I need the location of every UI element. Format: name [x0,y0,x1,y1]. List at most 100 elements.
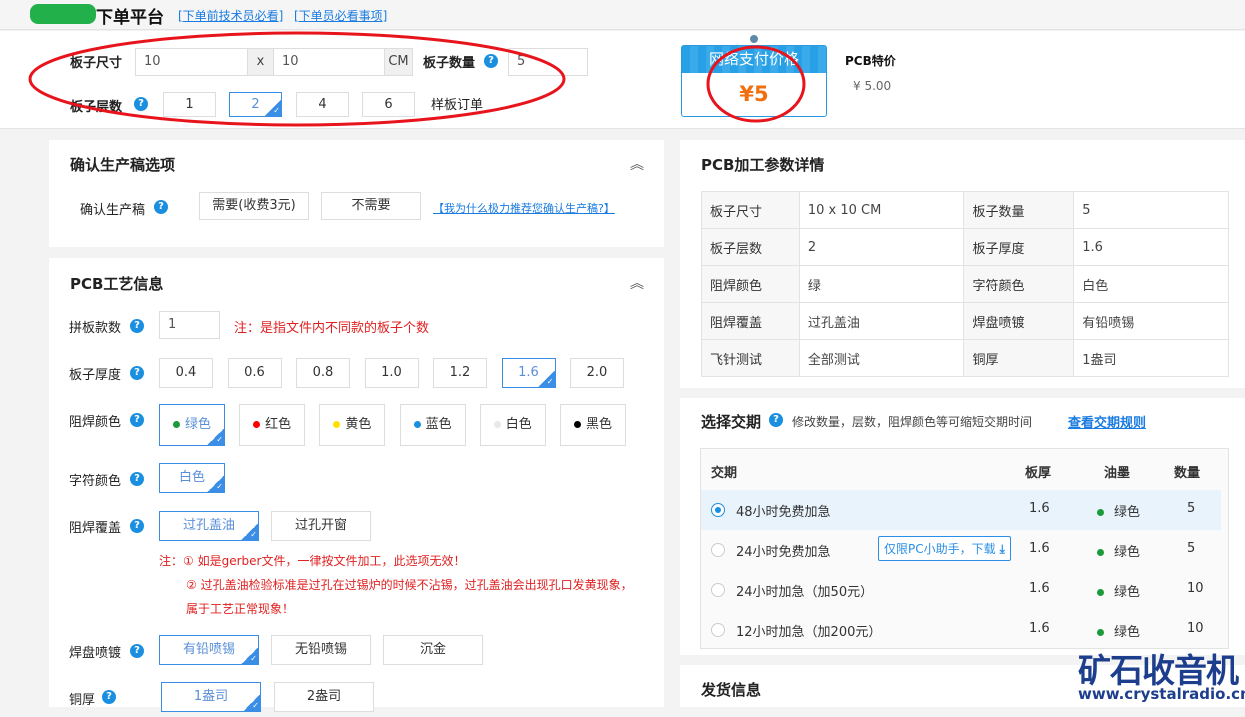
delivery-row[interactable]: 24小时免费加急 仅限PC小助手，下载 ⤓ 1.6 绿色 5 [701,530,1221,570]
confirm-need-button[interactable]: 需要(收费3元) [199,192,309,220]
cover-option-open[interactable]: 过孔开窗 [271,511,371,541]
radio-button[interactable] [711,623,725,637]
delivery-qty: 5 [1187,541,1196,556]
help-icon[interactable]: ? [102,690,116,704]
delivery-ink: 绿色 [1097,541,1140,560]
param-value: 绿 [798,265,965,303]
why-confirm-link[interactable]: 【我为什么极力推荐您确认生产稿?】 [433,200,615,216]
copper-label: 铜厚 [69,693,96,708]
copper-option-1oz[interactable]: 1盎司 [161,682,261,712]
param-key: 飞针测试 [701,339,800,377]
confirm-no-need-button[interactable]: 不需要 [321,192,421,220]
silk-label: 字符颜色 [69,474,122,489]
help-icon[interactable]: ? [130,644,144,658]
collapse-icon[interactable]: ︽ [630,273,644,293]
param-value: 10 x 10 CM [798,191,965,229]
delivery-qty: 10 [1187,581,1204,596]
radio-button[interactable] [711,583,725,597]
color-dot-icon [172,421,180,428]
mask-color-option[interactable]: 黄色 [319,404,386,446]
help-icon[interactable]: ? [130,366,144,380]
params-table: 板子尺寸 10 x 10 CM 板子数量 5 板子层数 2 板子厚度 1.6 阻焊颜色绿字符颜色… [701,191,1229,377]
color-dot-icon [573,421,581,428]
delivery-qty: 5 [1187,501,1196,516]
thickness-option[interactable]: 2.0 [570,358,624,388]
help-icon[interactable]: ? [769,413,783,427]
mask-color-label: 黄色 [345,417,372,432]
table-row: 飞针测试 全部测试 铜厚 1盎司 [701,339,1229,377]
shipping-title: 发货信息 [701,681,762,699]
thickness-option[interactable]: 0.8 [296,358,350,388]
mask-color-option[interactable]: 白色 [479,404,546,446]
ink-label: 绿色 [1114,585,1141,600]
param-key: 板子数量 [963,191,1075,229]
help-icon[interactable]: ? [130,319,144,333]
finish-option-enig[interactable]: 沉金 [383,635,483,665]
table-row: 阻焊覆盖 过孔盖油 焊盘喷镀 有铅喷锡 [701,302,1229,340]
delivery-thickness: 1.6 [1029,621,1050,636]
delivery-rules-link[interactable]: 查看交期规则 [1068,412,1146,431]
param-key: 阻焊颜色 [701,265,800,303]
cover-label: 阻焊覆盖 [69,521,122,536]
finish-option-leaded[interactable]: 有铅喷锡 [159,635,259,665]
help-icon[interactable]: ? [130,472,144,486]
thickness-option[interactable]: 0.6 [227,358,282,388]
param-key: 阻焊覆盖 [701,302,800,340]
delivery-row[interactable]: 48小时免费加急 1.6 绿色 5 [701,490,1221,530]
delivery-table: 交期 板厚 油墨 数量 48小时免费加急 1.6 绿色 5 24小时免费加急 仅限PC小助… [700,448,1229,649]
delivery-row[interactable]: 24小时加急（加50元） 1.6 绿色 10 [701,570,1221,610]
copper-option-2oz[interactable]: 2盎司 [274,682,374,712]
thickness-option[interactable]: 0.4 [159,358,213,388]
delivery-title: 选择交期 [701,413,762,431]
col-header-qty: 数量 [1174,466,1201,481]
color-dot-icon [493,421,501,428]
param-value: 1盎司 [1073,339,1229,377]
delivery-qty: 10 [1187,621,1204,636]
panel-label: 拼板款数 [69,321,122,336]
cover-option-tented[interactable]: 过孔盖油 [159,511,259,541]
confirm-title: 确认生产稿选项 [70,156,176,174]
craft-title: PCB工艺信息 [70,275,164,293]
watermark-url: www.crystalradio.cn [1078,685,1245,703]
mask-color-option[interactable]: 红色 [239,404,306,446]
mask-color-label: 红色 [265,417,292,432]
param-value: 白色 [1073,265,1229,303]
table-row: 板子层数 2 板子厚度 1.6 [701,228,1229,266]
delivery-thickness: 1.6 [1029,581,1050,596]
help-icon[interactable]: ? [154,200,168,214]
radio-button[interactable] [711,543,725,557]
confirm-label: 确认生产稿 [80,203,146,218]
finish-option-leadfree[interactable]: 无铅喷锡 [271,635,371,665]
delivery-label: 12小时加急（加200元） [736,625,882,640]
delivery-ink: 绿色 [1097,621,1140,640]
collapse-icon[interactable]: ︽ [630,154,644,174]
silk-option-white[interactable]: 白色 [159,463,225,493]
thickness-option[interactable]: 1.6 [501,358,556,388]
delivery-label: 24小时免费加急 [736,545,831,560]
cover-note-1: 注：① 如是gerber文件，一律按文件加工，此选项无效！ [159,554,466,568]
panel-input[interactable]: 1 [159,311,220,339]
mask-color-label: 蓝色 [425,417,452,432]
ink-dot-icon [1097,629,1104,636]
thickness-option[interactable]: 1.0 [364,358,419,388]
param-key: 字符颜色 [963,265,1075,303]
col-header-ink: 油墨 [1104,466,1131,481]
thickness-label: 板子厚度 [69,368,122,383]
cover-note-3: 属于工艺正常现象！ [186,602,295,616]
help-icon[interactable]: ? [130,519,144,533]
help-icon[interactable]: ? [130,413,144,427]
param-value: 有铅喷锡 [1073,302,1229,340]
mask-color-option[interactable]: 蓝色 [399,404,466,446]
color-dot-icon [413,421,421,428]
red-annotation [28,31,806,127]
param-key: 板子厚度 [963,228,1075,266]
radio-button[interactable] [711,503,725,517]
thickness-option[interactable]: 1.2 [433,358,487,388]
mask-color-option[interactable]: 黑色 [560,404,626,446]
mask-color-label: 绿色 [184,417,211,432]
cover-note-2: ② 过孔盖油检验标准是过孔在过锡炉的时候不沾锡，过孔盖油会出现孔口发黄现象， [186,578,633,592]
pc-helper-badge[interactable]: 仅限PC小助手，下载 ⤓ [878,536,1011,561]
param-key: 板子尺寸 [701,191,800,229]
mask-color-label: 白色 [505,417,532,432]
mask-color-option[interactable]: 绿色 [159,404,225,446]
